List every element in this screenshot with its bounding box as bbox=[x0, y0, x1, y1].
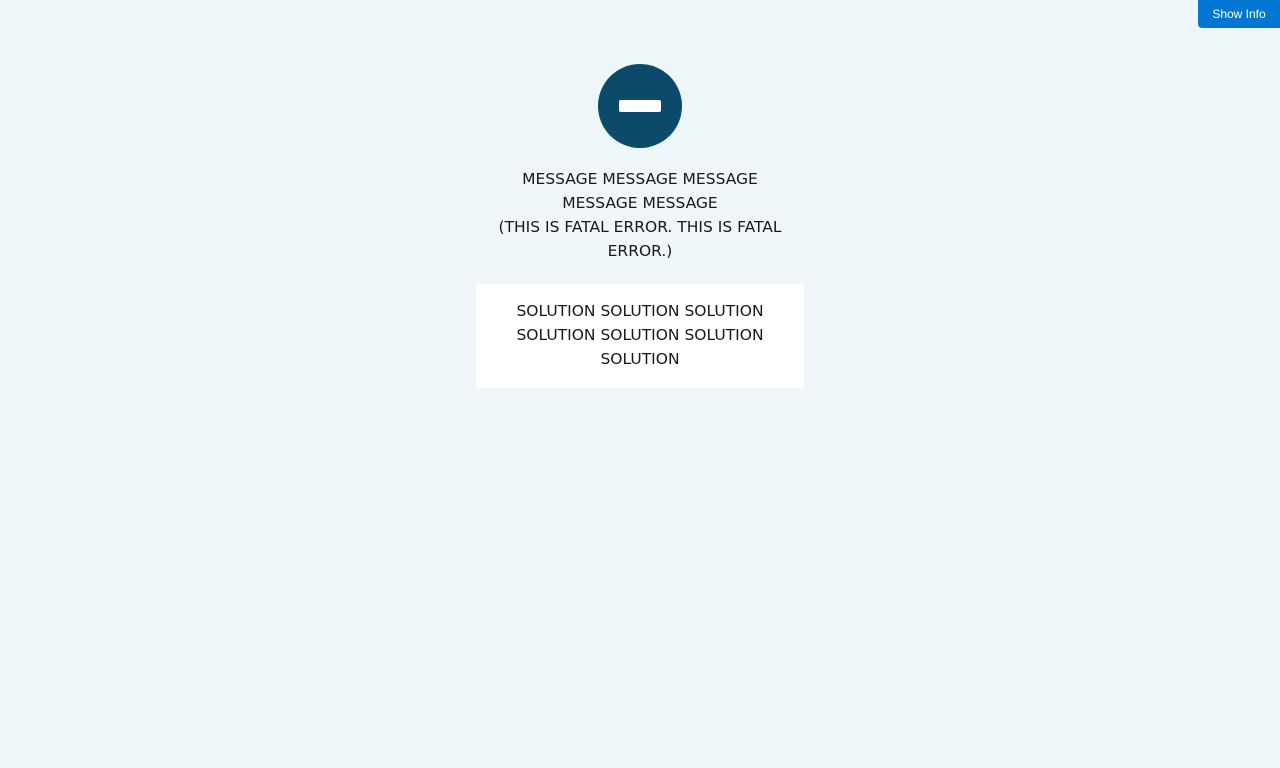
error-detail-line: (THIS IS FATAL ERROR. THIS IS FATAL bbox=[498, 218, 782, 236]
minus-circle-icon bbox=[598, 64, 682, 148]
minus-bar bbox=[619, 100, 661, 112]
solution-text: SOLUTION SOLUTION SOLUTION SOLUTION SOLU… bbox=[496, 299, 784, 371]
error-message-line: MESSAGE MESSAGE bbox=[562, 194, 718, 212]
error-message: MESSAGE MESSAGE MESSAGE MESSAGE MESSAGE … bbox=[480, 167, 800, 263]
solution-line: SOLUTION SOLUTION SOLUTION bbox=[516, 302, 764, 320]
solution-line: SOLUTION SOLUTION SOLUTION bbox=[516, 326, 764, 344]
show-info-button[interactable]: Show Info bbox=[1198, 0, 1280, 28]
solution-box: SOLUTION SOLUTION SOLUTION SOLUTION SOLU… bbox=[476, 284, 804, 388]
error-detail-line: ERROR.) bbox=[607, 242, 673, 260]
error-message-line: MESSAGE MESSAGE MESSAGE bbox=[522, 170, 758, 188]
solution-line: SOLUTION bbox=[600, 350, 680, 368]
